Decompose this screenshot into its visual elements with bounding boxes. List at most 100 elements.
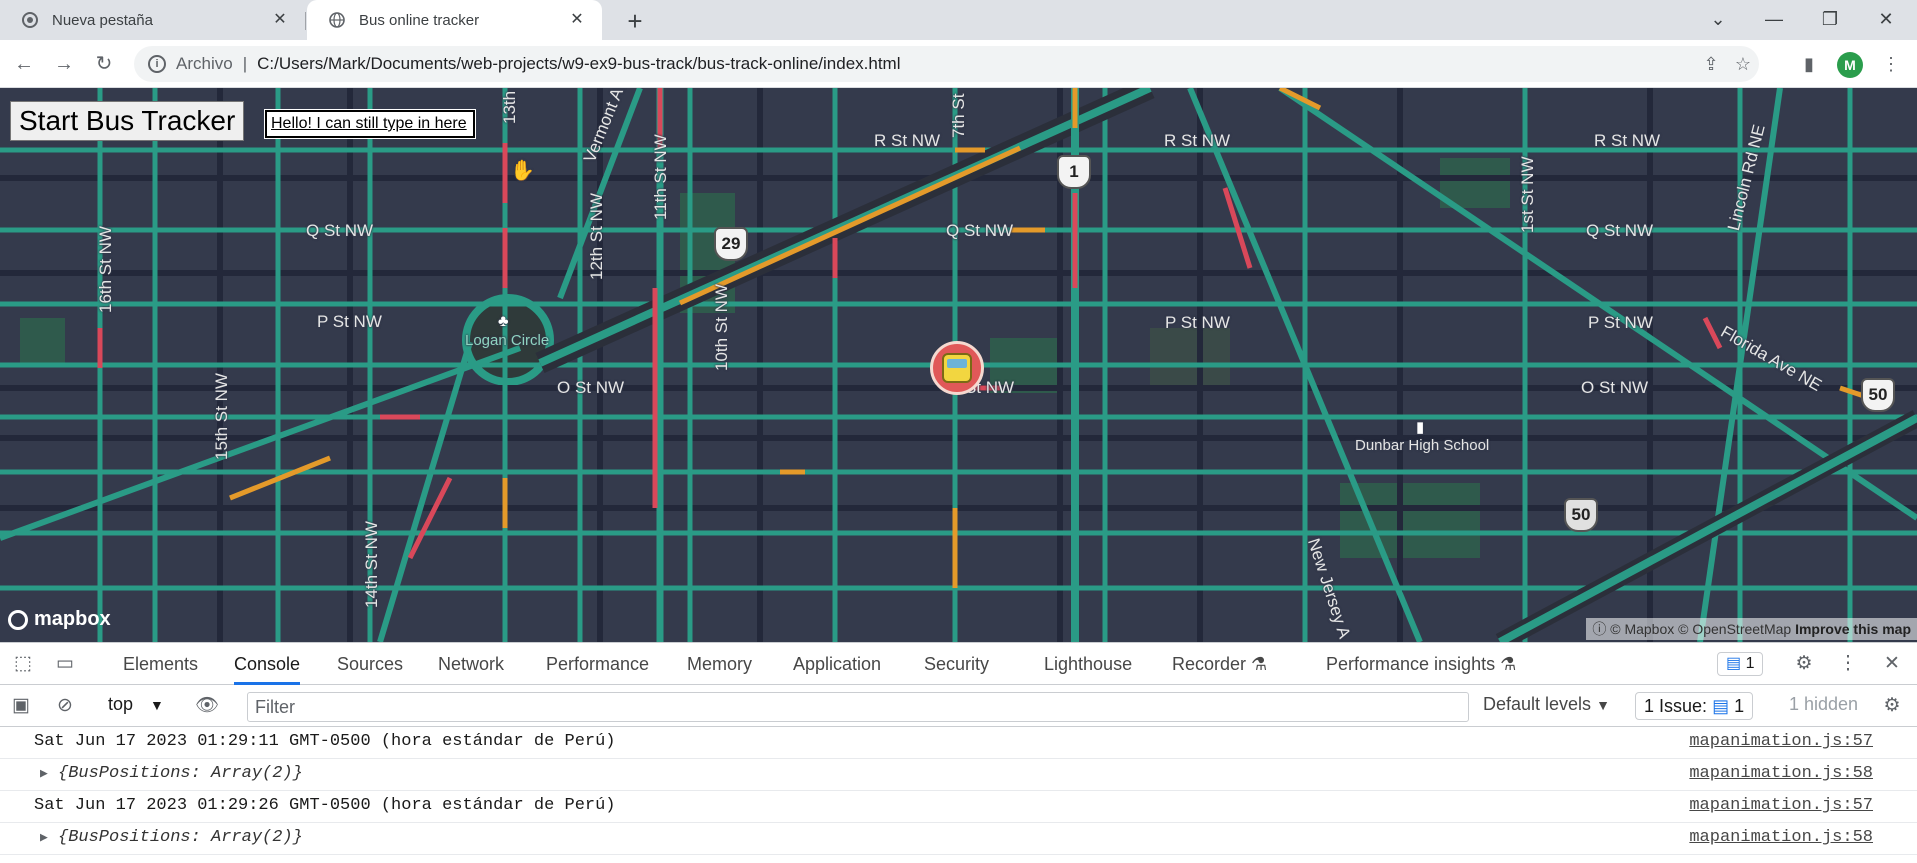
issues-button[interactable]: 1 Issue: ▤ 1 [1635,692,1754,720]
message-icon: ▤ [1726,655,1742,672]
street-label-vertical: 16th St NW [96,226,115,313]
log-source-link[interactable]: mapanimation.js:57 [1689,727,1873,757]
tab-bus-online-tracker[interactable]: Bus online tracker ✕ [307,0,602,40]
info-icon[interactable]: i [148,55,166,73]
tab-strip: Nueva pestaña ✕ Bus online tracker ✕ + ⌄… [0,0,1917,40]
console-settings-gear-icon[interactable]: ⚙ [1879,694,1905,720]
gear-icon[interactable]: ⚙ [1791,652,1817,678]
caret-down-icon: ▼ [150,697,164,713]
tab-performance-insights[interactable]: Performance insights ⚗ [1326,643,1516,685]
star-icon[interactable]: ☆ [1727,52,1759,76]
tab-recorder-label: Recorder [1172,654,1247,674]
tab-security[interactable]: Security [924,643,989,685]
close-tab-icon[interactable]: ✕ [271,11,289,29]
tab-title: Bus online tracker [359,11,480,29]
back-arrow-icon[interactable]: ← [10,50,38,78]
tab-memory[interactable]: Memory [687,643,752,685]
url-text[interactable]: C:/Users/Mark/Documents/web-projects/w9-… [257,54,900,74]
tab-search-chevron-icon[interactable]: ⌄ [1690,0,1746,40]
street-label-vertical: 13th St [500,88,519,124]
minimize-icon[interactable]: — [1746,0,1802,40]
arterial-road [1498,414,1917,642]
kebab-menu-icon[interactable]: ⋮ [1879,50,1903,78]
tab-sources[interactable]: Sources [337,643,403,685]
log-source-link[interactable]: mapanimation.js:58 [1689,759,1873,789]
mapbox-logo[interactable]: mapbox [8,608,111,631]
tab-network[interactable]: Network [438,643,504,685]
street-label-vertical: 12th St NW [587,193,606,280]
tab-application[interactable]: Application [793,643,881,685]
close-icon[interactable]: ✕ [1879,652,1905,678]
scheme-separator: | [242,54,248,73]
flask-icon: ⚗ [1500,654,1517,674]
issues-count: 1 [1734,696,1745,716]
context-value: top [108,694,134,714]
improve-map-link[interactable]: Improve this map [1795,621,1911,637]
eye-icon[interactable]: 👁 [194,694,220,720]
bus-marker[interactable] [930,341,984,395]
school-label: Dunbar High School [1355,437,1490,454]
clear-console-icon[interactable]: ⊘ [52,694,78,720]
tab-performance[interactable]: Performance [546,643,649,685]
log-levels-dropdown[interactable]: Default levels ▼ [1483,694,1610,715]
log-source-link[interactable]: mapanimation.js:57 [1689,791,1873,821]
address-bar[interactable]: i Archivo | C:/Users/Mark/Documents/web-… [134,46,1759,82]
attribution-icon[interactable]: ⓘ [1592,621,1610,637]
log-object[interactable]: {BusPositions: Array(2)} [58,823,303,853]
tab-elements[interactable]: Elements [123,643,198,685]
tab-console[interactable]: Console [234,643,301,685]
log-object[interactable]: {BusPositions: Array(2)} [58,759,303,789]
issues-label: 1 Issue: [1644,696,1708,716]
street-label-vertical: 14th St NW [362,521,381,608]
kebab-menu-icon[interactable]: ⋮ [1835,652,1861,678]
street-label-vertical: 10th St NW [712,284,731,371]
hand-cursor-icon: ✋ [510,160,535,182]
street-label: P St NW [317,312,382,331]
tab-nueva-pestana[interactable]: Nueva pestaña ✕ [0,0,305,40]
log-message: Sat Jun 17 2023 01:29:11 GMT-0500 (hora … [34,732,616,751]
street-label: O St NW [557,378,625,397]
log-message: Sat Jun 17 2023 01:29:26 GMT-0500 (hora … [34,796,616,815]
console-log-row: Sat Jun 17 2023 01:29:11 GMT-0500 (hora … [0,727,1917,759]
expand-arrow-icon[interactable]: ▶ [40,823,48,853]
filter-input[interactable]: Filter [247,692,1469,722]
street-label: Q St NW [306,221,374,240]
context-selector[interactable]: top ▼ [108,694,164,715]
avatar[interactable]: M [1837,52,1863,78]
expand-arrow-icon[interactable]: ▶ [40,759,48,789]
devtools-tab-bar: ⬚ ▭ Elements Console Sources Network Per… [0,643,1917,685]
console-log-row[interactable]: ▶ {BusPositions: Array(2)} mapanimation.… [0,823,1917,855]
restore-icon[interactable]: ❐ [1802,0,1858,40]
attribution-text[interactable]: © Mapbox © OpenStreetMap [1610,621,1791,637]
console-messages-badge[interactable]: ▤ 1 [1717,652,1764,676]
street-label: Q St NW [946,221,1014,240]
device-toolbar-icon[interactable]: ▭ [52,652,78,678]
sidebar-toggle-icon[interactable]: ▣ [8,694,34,720]
caret-down-icon: ▼ [1596,697,1610,713]
map-viewport[interactable]: R St NW R St NW R St NW Q St NW Q St NW … [0,88,1917,642]
tab-separator [305,12,306,30]
start-bus-tracker-button[interactable]: Start Bus Tracker [10,101,245,141]
close-tab-icon[interactable]: ✕ [568,11,586,29]
reload-icon[interactable]: ↻ [90,50,118,78]
console-log-row: Sat Jun 17 2023 01:29:26 GMT-0500 (hora … [0,791,1917,823]
route-shield: 29 [714,227,748,261]
forward-arrow-icon[interactable]: → [50,50,78,78]
message-icon: ▤ [1712,696,1730,716]
plus-icon[interactable]: + [620,6,650,37]
street-label: R St NW [1164,131,1231,150]
hidden-messages-count: 1 hidden [1789,694,1859,714]
tab-lighthouse[interactable]: Lighthouse [1044,643,1132,685]
side-panel-icon[interactable]: ▮ [1795,50,1823,78]
log-source-link[interactable]: mapanimation.js:58 [1689,823,1873,853]
close-window-icon[interactable]: ✕ [1858,0,1914,40]
route-shield: 1 [1057,155,1091,189]
flask-icon: ⚗ [1251,654,1268,674]
console-log-row[interactable]: ▶ {BusPositions: Array(2)} mapanimation.… [0,759,1917,791]
mapbox-logo-icon [8,609,28,630]
park-area [20,318,65,363]
share-icon[interactable]: ⇪ [1695,52,1727,76]
inspect-element-icon[interactable]: ⬚ [10,652,36,678]
tab-recorder[interactable]: Recorder ⚗ [1172,643,1267,685]
text-input[interactable]: Hello! I can still type in here [264,109,476,139]
